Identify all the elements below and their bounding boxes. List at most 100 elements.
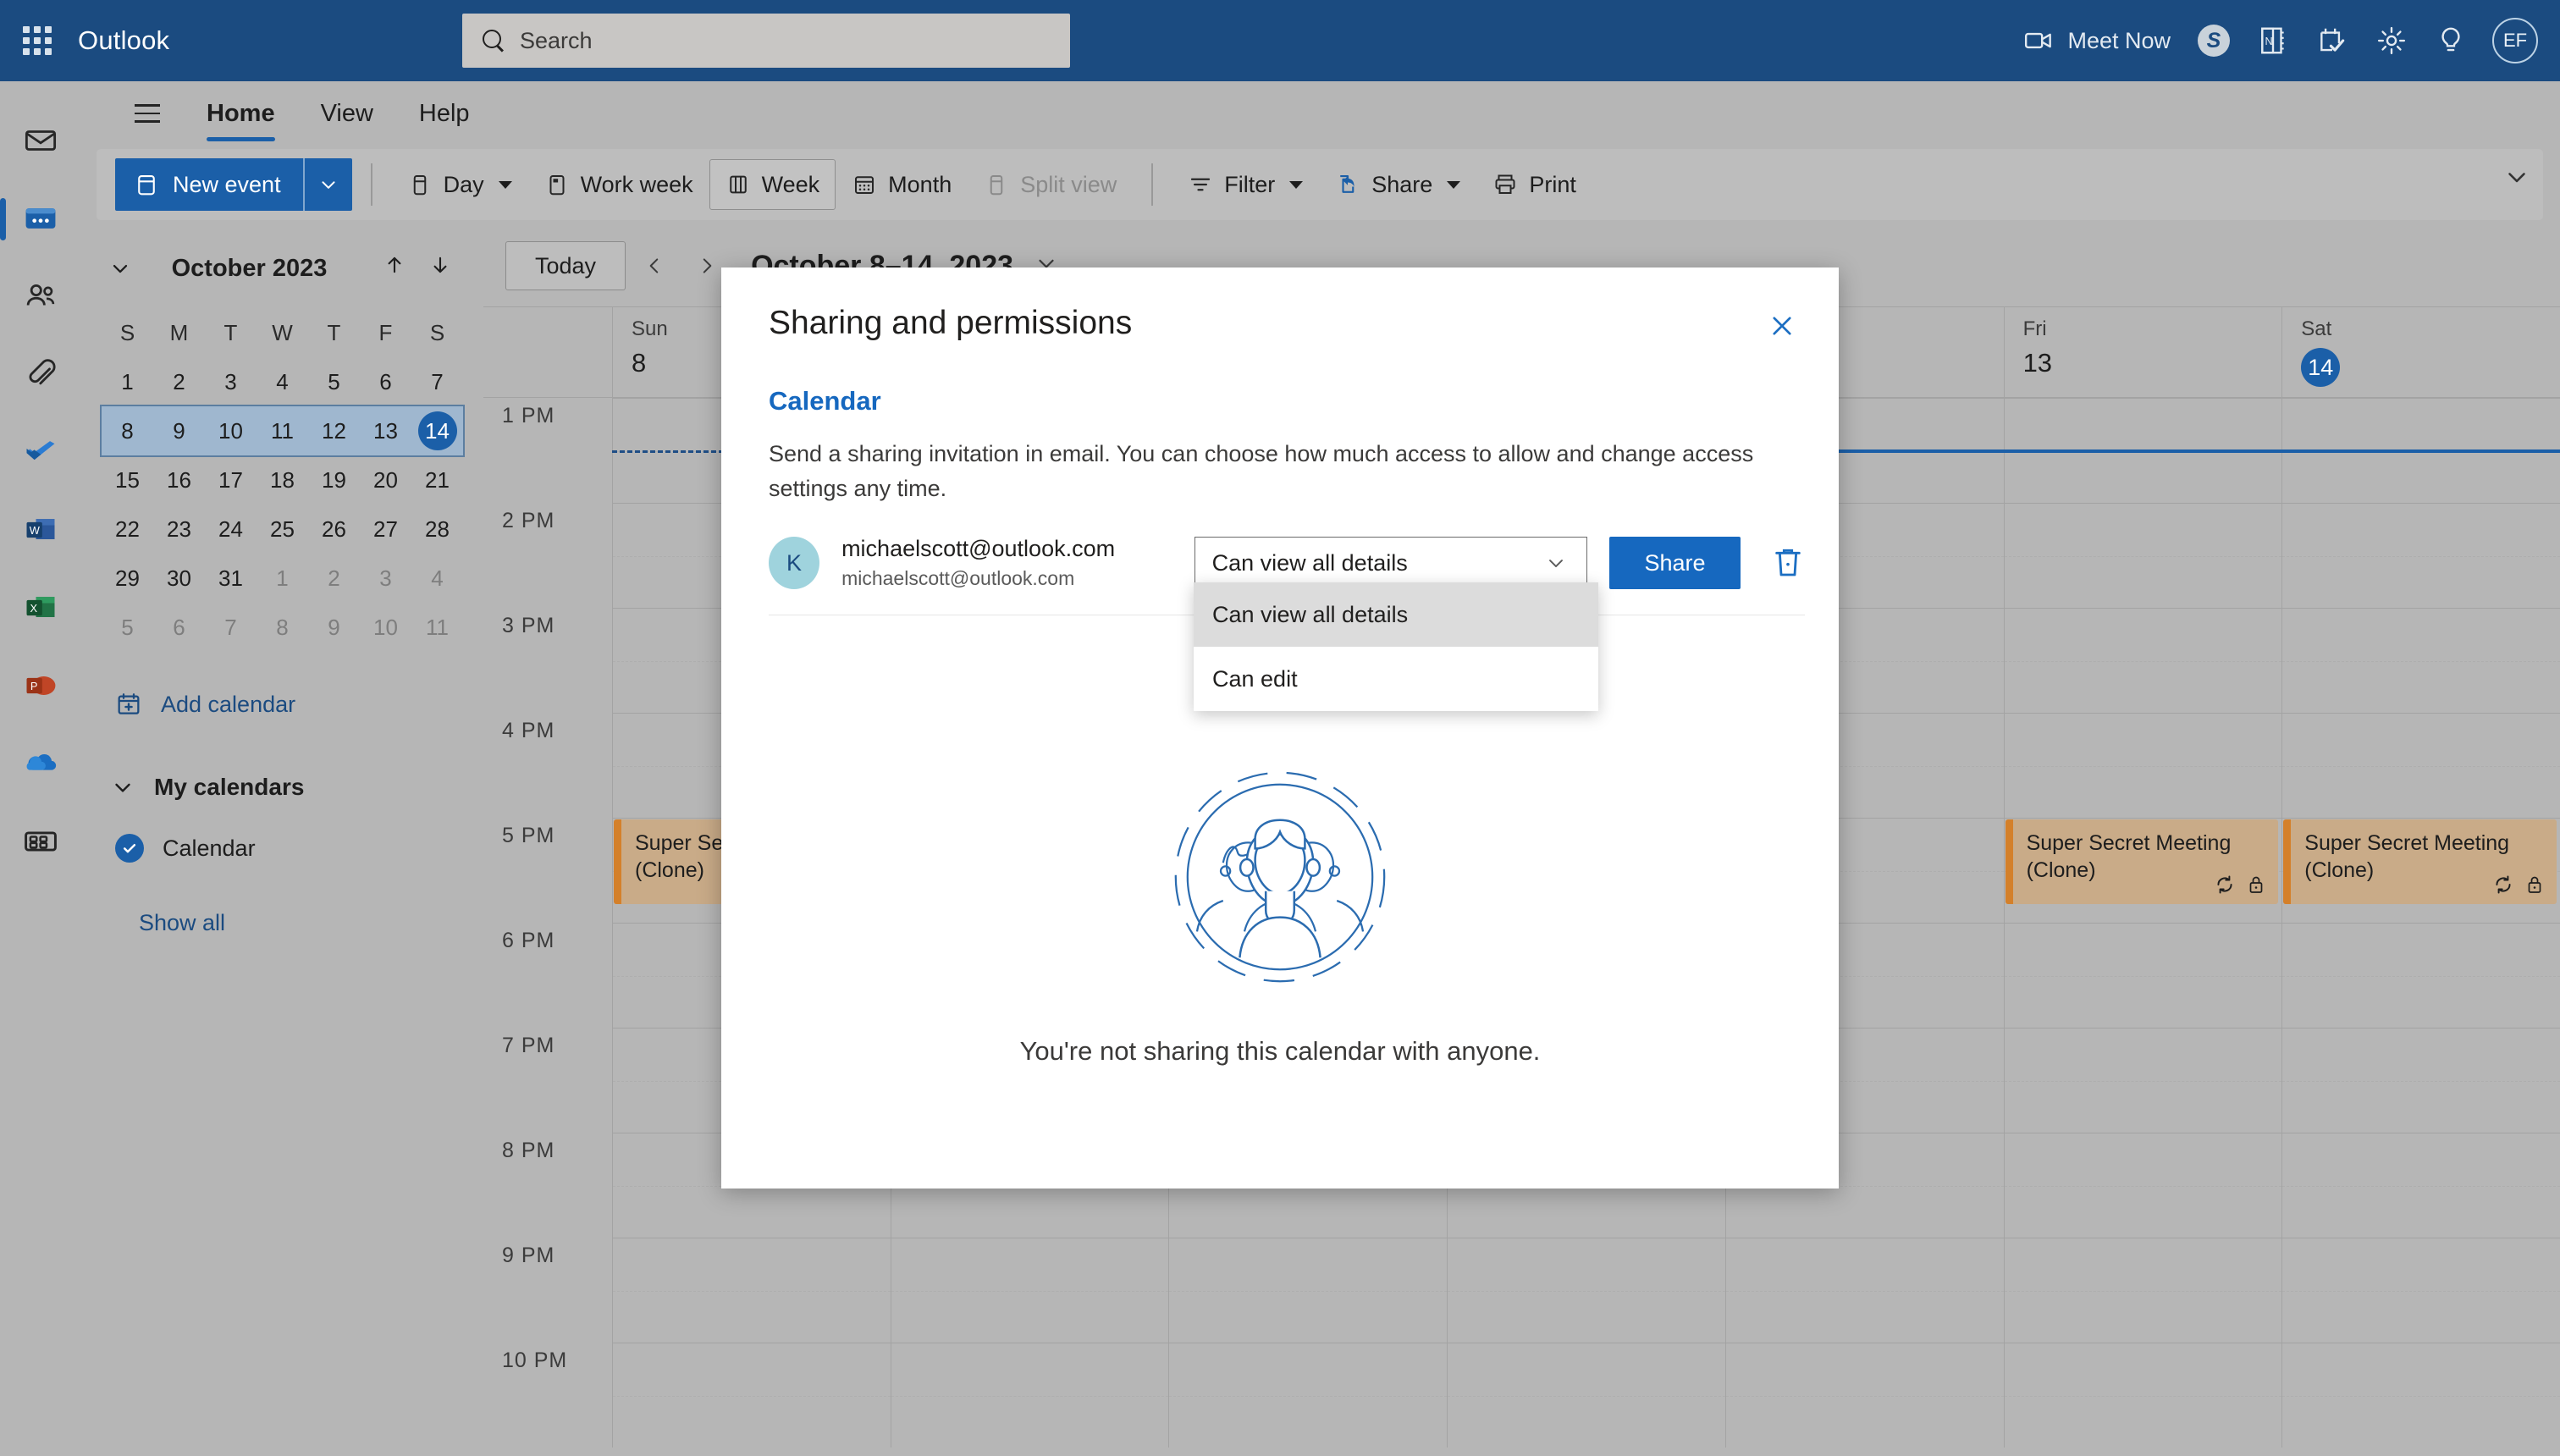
view-month-button[interactable]: Month <box>836 159 968 210</box>
avatar[interactable]: EF <box>2492 18 2538 63</box>
mini-calendar-day[interactable]: 1 <box>257 554 308 603</box>
mini-calendar-day[interactable]: 4 <box>257 357 308 406</box>
show-all-link[interactable]: Show all <box>81 892 483 953</box>
mini-calendar-day[interactable]: 2 <box>153 357 205 406</box>
mini-calendar-day[interactable]: 18 <box>257 455 308 505</box>
rail-item-onedrive[interactable] <box>0 725 81 802</box>
calendar-event[interactable]: Super Secret Meeting (Clone) <box>2283 819 2557 904</box>
calendar-slot[interactable] <box>890 1238 1169 1343</box>
mini-calendar-day[interactable]: 11 <box>411 603 463 652</box>
calendar-slot[interactable] <box>612 1343 891 1448</box>
view-day-button[interactable]: Day <box>391 159 528 210</box>
rail-item-excel[interactable]: X <box>0 569 81 647</box>
new-event-button[interactable]: New event <box>115 158 352 211</box>
day-header[interactable]: Sat 14 <box>2281 307 2560 397</box>
rail-item-powerpoint[interactable]: P <box>0 647 81 725</box>
mini-calendar-day[interactable]: 25 <box>257 505 308 554</box>
hamburger-menu-icon[interactable] <box>115 81 179 146</box>
todo-button[interactable] <box>2303 0 2362 81</box>
calendar-slot[interactable] <box>2281 1028 2560 1133</box>
mini-calendar-day[interactable]: 27 <box>360 505 411 554</box>
mini-calendar-day[interactable]: 5 <box>102 603 153 652</box>
permission-option-can-edit[interactable]: Can edit <box>1194 647 1598 711</box>
permission-select[interactable]: Can view all details <box>1194 537 1587 589</box>
mini-calendar-day[interactable]: 20 <box>360 455 411 505</box>
mini-calendar-day[interactable]: 22 <box>102 505 153 554</box>
rail-item-calendar[interactable] <box>0 179 81 257</box>
calendar-slot[interactable] <box>2281 608 2560 713</box>
calendar-slot[interactable] <box>2003 923 2282 1028</box>
previous-week-button[interactable] <box>631 242 678 290</box>
tips-button[interactable] <box>2421 0 2480 81</box>
mini-calendar-day[interactable]: 10 <box>205 406 257 455</box>
app-brand[interactable]: Outlook <box>78 25 169 56</box>
add-calendar-button[interactable]: Add calendar <box>81 674 483 735</box>
calendar-slot[interactable] <box>1168 1343 1448 1448</box>
mini-calendar-day[interactable]: 29 <box>102 554 153 603</box>
mini-calendar-day[interactable]: 24 <box>205 505 257 554</box>
calendar-slot[interactable] <box>1724 1238 2004 1343</box>
tab-view[interactable]: View <box>302 81 392 146</box>
calendar-event[interactable]: Super Secret Meeting (Clone) <box>2005 819 2279 904</box>
calendar-list-item[interactable]: Calendar <box>81 818 483 879</box>
mini-calendar-day[interactable]: 15 <box>102 455 153 505</box>
mini-calendar-day[interactable]: 26 <box>308 505 360 554</box>
calendar-slot[interactable] <box>2003 1133 2282 1238</box>
calendar-slot[interactable] <box>2003 608 2282 713</box>
app-launcher-icon[interactable] <box>0 0 74 81</box>
mini-calendar-day[interactable]: 17 <box>205 455 257 505</box>
mini-calendar-day[interactable]: 21 <box>411 455 463 505</box>
mini-calendar-day[interactable]: 11 <box>257 406 308 455</box>
calendar-slot[interactable] <box>2003 713 2282 818</box>
calendar-slot[interactable] <box>890 1343 1169 1448</box>
mini-calendar-day[interactable]: 16 <box>153 455 205 505</box>
mini-calendar-day[interactable]: 9 <box>153 406 205 455</box>
calendar-slot[interactable] <box>2003 503 2282 608</box>
view-work-week-button[interactable]: Work week <box>528 159 709 210</box>
search-input[interactable]: Search <box>462 14 1070 68</box>
calendar-slot[interactable] <box>2003 1343 2282 1448</box>
mini-calendar-day[interactable]: 1 <box>102 357 153 406</box>
mini-calendar-day[interactable]: 9 <box>308 603 360 652</box>
tab-help[interactable]: Help <box>400 81 488 146</box>
mini-calendar-day[interactable]: 8 <box>102 406 153 455</box>
calendar-slot[interactable] <box>1168 1238 1448 1343</box>
mini-calendar-day[interactable]: 28 <box>411 505 463 554</box>
calendar-slot[interactable] <box>2281 1343 2560 1448</box>
mini-calendar-day[interactable]: 12 <box>308 406 360 455</box>
print-button[interactable]: Print <box>1476 159 1592 210</box>
mini-calendar-day[interactable]: 3 <box>360 554 411 603</box>
calendar-slot[interactable] <box>2281 713 2560 818</box>
calendar-slot[interactable] <box>2281 1133 2560 1238</box>
share-submit-button[interactable]: Share <box>1609 537 1741 589</box>
mini-calendar-day[interactable]: 7 <box>411 357 463 406</box>
onenote-button[interactable]: N <box>2243 0 2303 81</box>
calendar-slot[interactable] <box>1447 1238 1725 1343</box>
mini-calendar-prev-month[interactable] <box>372 253 417 284</box>
mini-calendar-day[interactable]: 5 <box>308 357 360 406</box>
day-header[interactable]: Fri 13 <box>2003 307 2282 397</box>
mini-calendar-day[interactable]: 10 <box>360 603 411 652</box>
close-icon[interactable] <box>1761 305 1803 347</box>
meet-now-button[interactable]: Meet Now <box>2010 0 2184 81</box>
mini-calendar-day[interactable]: 13 <box>360 406 411 455</box>
settings-button[interactable] <box>2362 0 2421 81</box>
view-week-button[interactable]: Week <box>709 159 836 210</box>
mini-calendar-next-month[interactable] <box>417 253 463 284</box>
mini-calendar-day[interactable]: 30 <box>153 554 205 603</box>
tab-home[interactable]: Home <box>188 81 294 146</box>
calendar-slot[interactable] <box>2003 1028 2282 1133</box>
rail-item-todo[interactable] <box>0 413 81 491</box>
mini-calendar-day[interactable]: 23 <box>153 505 205 554</box>
permission-option-can-view-all-details[interactable]: Can view all details <box>1194 582 1598 647</box>
mini-calendar-day[interactable]: 6 <box>153 603 205 652</box>
share-button[interactable]: Share <box>1319 159 1476 210</box>
calendar-slot[interactable] <box>2003 1238 2282 1343</box>
mini-calendar-day[interactable]: 19 <box>308 455 360 505</box>
calendar-slot[interactable] <box>1724 1343 2004 1448</box>
skype-button[interactable]: S <box>2184 0 2243 81</box>
calendar-slot[interactable] <box>2281 923 2560 1028</box>
rail-item-all-apps[interactable] <box>0 802 81 880</box>
calendar-slot[interactable] <box>1447 1343 1725 1448</box>
filter-button[interactable]: Filter <box>1172 159 1319 210</box>
